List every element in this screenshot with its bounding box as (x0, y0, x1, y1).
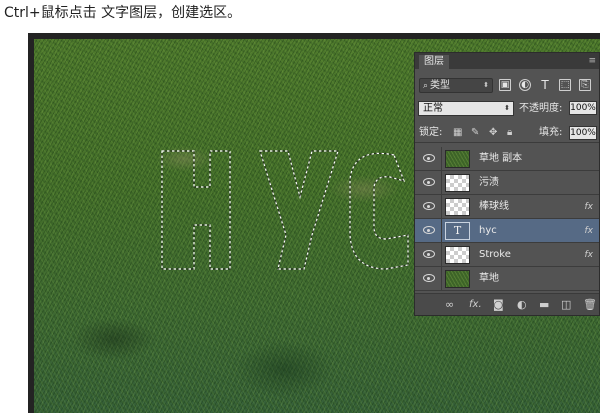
group-icon[interactable]: ▬ (539, 298, 549, 311)
layer-name: hyc (479, 225, 497, 236)
divider (441, 195, 442, 219)
visibility-eye-icon[interactable] (423, 226, 435, 234)
layer-name: 草地 副本 (479, 153, 523, 164)
opacity-field[interactable]: 100% (569, 101, 597, 115)
layers-panel: 图层 ≡ ⌕ 类型 ⬍ ▣ ◐ T ⬚ ⎘ 正常 ⬍ 不透明度: 100% 锁定:… (414, 52, 600, 316)
fx-icon[interactable]: fx. (469, 298, 482, 311)
lock-transparent-icon[interactable]: ▦ (453, 127, 462, 139)
visibility-eye-icon[interactable] (423, 154, 435, 162)
divider (441, 147, 442, 171)
text-layer-thumbnail: T (445, 222, 470, 240)
fill-field[interactable]: 100% (569, 126, 597, 140)
mask-icon[interactable]: ◙ (493, 298, 504, 311)
adjustment-icon[interactable]: ◐ (517, 298, 527, 311)
tab-layers[interactable]: 图层 (419, 55, 449, 69)
visibility-eye-icon[interactable] (423, 250, 435, 258)
layer-thumbnail (445, 270, 470, 288)
search-icon: ⌕ (423, 81, 429, 91)
fill-label: 填充: (539, 127, 563, 138)
blend-mode-select[interactable]: 正常 ⬍ (418, 101, 514, 116)
lock-position-icon[interactable]: ✥ (489, 127, 497, 139)
opacity-label: 不透明度: (519, 103, 563, 114)
layer-row[interactable]: 草地 副本 (415, 147, 599, 171)
type-filter-icon[interactable]: T (539, 79, 551, 91)
layer-name: 草地 (479, 273, 499, 284)
layer-name: Stroke (479, 249, 511, 260)
chevron-updown-icon: ⬍ (504, 104, 510, 112)
layer-effects-icon[interactable]: fx (585, 219, 594, 243)
divider (441, 243, 442, 267)
adjustment-filter-icon[interactable]: ◐ (519, 79, 531, 91)
layer-effects-icon[interactable]: fx (585, 195, 594, 219)
layer-row[interactable]: 污渍 (415, 171, 599, 195)
divider (441, 219, 442, 243)
panel-tab-bar: 图层 ≡ (415, 53, 599, 69)
smart-object-filter-icon[interactable]: ⎘ (579, 79, 591, 91)
blend-mode-value: 正常 (423, 103, 443, 114)
trash-icon[interactable]: 🗑︎ (583, 298, 597, 311)
lock-row: 锁定: ▦ ✎ ✥ 🔒︎ 填充: 100% (415, 123, 599, 143)
layer-row[interactable]: Stroke fx (415, 243, 599, 267)
image-filter-icon[interactable]: ▣ (499, 79, 511, 91)
panel-menu-icon[interactable]: ≡ (588, 55, 596, 67)
layer-row[interactable]: 草地 (415, 267, 599, 291)
layer-list: 草地 副本 污渍 棒球线 fx T hyc fx Stroke fx 草地 (415, 147, 599, 291)
layer-effects-icon[interactable]: fx (585, 243, 594, 267)
layer-row[interactable]: 棒球线 fx (415, 195, 599, 219)
layer-thumbnail (445, 246, 470, 264)
caption-text: Ctrl+鼠标点击 文字图层，创建选区。 (4, 5, 242, 21)
link-layers-icon[interactable]: ∞ (445, 298, 454, 311)
layer-row-selected[interactable]: T hyc fx (415, 219, 599, 243)
chevron-updown-icon: ⬍ (483, 81, 489, 89)
layer-name: 棒球线 (479, 201, 509, 212)
blend-row: 正常 ⬍ 不透明度: 100% (415, 98, 599, 118)
layer-thumbnail (445, 174, 470, 192)
layer-thumbnail (445, 198, 470, 216)
shape-filter-icon[interactable]: ⬚ (559, 79, 571, 91)
lock-pixels-icon[interactable]: ✎ (471, 127, 479, 139)
layer-kind-filter-select[interactable]: ⌕ 类型 ⬍ (419, 78, 493, 93)
panel-footer: ∞ fx. ◙ ◐ ▬ ◫ 🗑︎ (415, 293, 599, 315)
layer-thumbnail (445, 150, 470, 168)
kind-filter-label: 类型 (430, 80, 451, 91)
filter-row: ⌕ 类型 ⬍ ▣ ◐ T ⬚ ⎘ (415, 75, 599, 95)
visibility-eye-icon[interactable] (423, 274, 435, 282)
layer-name: 污渍 (479, 177, 499, 188)
divider (441, 171, 442, 195)
visibility-eye-icon[interactable] (423, 202, 435, 210)
lock-label: 锁定: (419, 127, 443, 138)
new-layer-icon[interactable]: ◫ (561, 298, 571, 311)
lock-all-icon[interactable]: 🔒︎ (507, 127, 512, 139)
divider (441, 267, 442, 291)
visibility-eye-icon[interactable] (423, 178, 435, 186)
